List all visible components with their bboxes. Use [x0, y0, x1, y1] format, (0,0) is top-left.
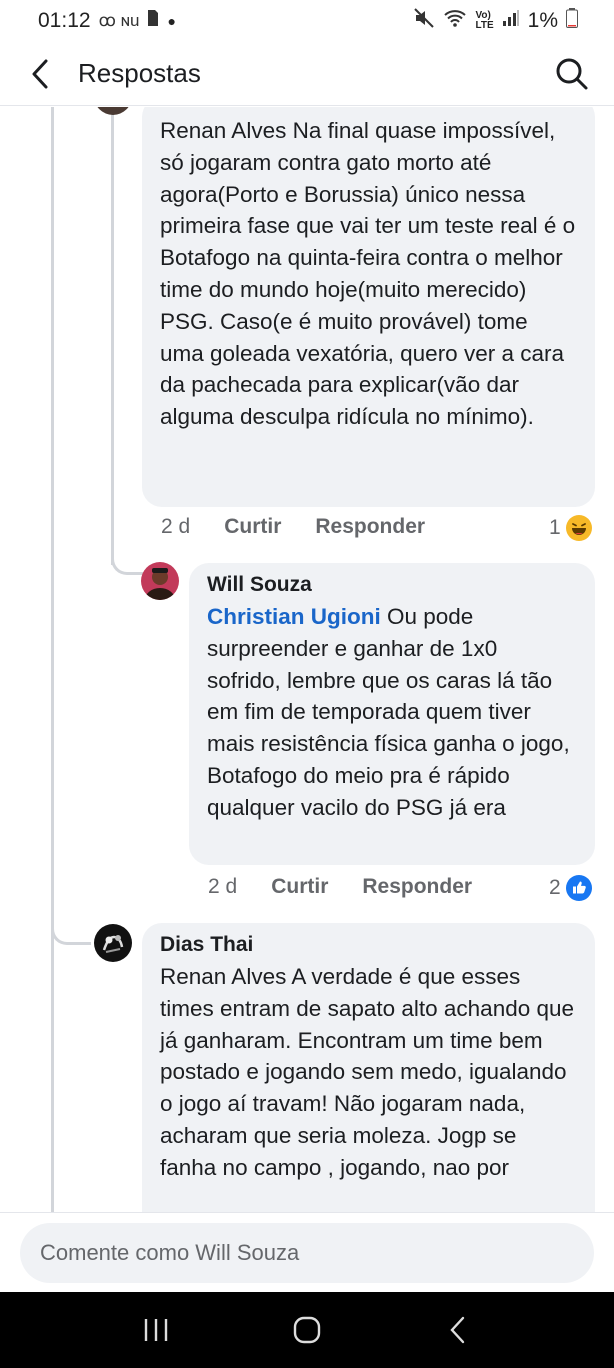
comment-author[interactable]: Will Souza [207, 573, 577, 597]
signal-icon [502, 9, 520, 33]
thread-connector [51, 917, 91, 945]
system-nav-bar [0, 1292, 614, 1368]
comment-input[interactable]: Comente como Will Souza [20, 1223, 594, 1283]
status-time: 01:12 [38, 9, 91, 32]
avatar[interactable] [141, 562, 179, 600]
reaction-count: 1 [549, 516, 561, 539]
notification-icons: ꝏ ɴu [98, 11, 140, 30]
reaction-summary[interactable]: 1 [549, 515, 592, 541]
comment-text: Christian Ugioni Ou pode surpreender e g… [207, 601, 577, 824]
back-nav-button[interactable] [428, 1300, 488, 1360]
reply-button[interactable]: Responder [362, 875, 472, 899]
comment-time[interactable]: 2 d [161, 515, 190, 539]
battery-percent: 1% [527, 9, 558, 32]
mention-link[interactable]: Christian Ugioni [207, 604, 381, 629]
comment-bubble[interactable]: Dias Thai Renan Alves A verdade é que es… [142, 923, 595, 1212]
status-right: Vo) LTE 1% [413, 8, 578, 34]
recent-apps-button[interactable] [126, 1300, 186, 1360]
reply-button[interactable]: Responder [315, 515, 425, 539]
comment-bubble[interactable]: Will Souza Christian Ugioni Ou pode surp… [189, 563, 595, 865]
replies-thread[interactable]: Renan Alves Na final quase impossível, s… [0, 107, 614, 1212]
back-arrow-icon [32, 59, 48, 88]
recent-apps-icon [144, 1319, 167, 1341]
status-left: 01:12 ꝏ ɴu ● [38, 9, 176, 33]
comment-text: Renan Alves Na final quase impossível, s… [160, 118, 576, 430]
search-icon [556, 58, 588, 89]
wifi-icon [443, 8, 467, 34]
comment-time[interactable]: 2 d [208, 875, 237, 899]
status-bar: 01:12 ꝏ ɴu ● Vo) LTE 1% [0, 0, 614, 42]
haha-icon [565, 515, 592, 541]
comment-bubble[interactable]: Renan Alves Na final quase impossível, s… [142, 107, 595, 507]
reaction-count: 2 [549, 876, 561, 899]
home-button[interactable] [277, 1300, 337, 1360]
comment-actions: 2 d Curtir Responder [208, 875, 472, 899]
avatar[interactable] [94, 924, 132, 962]
thread-line [51, 107, 54, 1212]
sim-icon [147, 9, 159, 33]
like-button[interactable]: Curtir [271, 875, 328, 899]
like-button[interactable]: Curtir [224, 515, 281, 539]
thread-line [111, 107, 114, 565]
dot-icon: ● [167, 13, 176, 29]
home-icon [293, 1316, 321, 1344]
composer-bar: Comente como Will Souza [0, 1212, 614, 1292]
thread-connector [111, 547, 145, 575]
reaction-summary[interactable]: 2 [549, 875, 592, 901]
avatar[interactable] [94, 107, 132, 115]
page-title: Respostas [78, 58, 201, 88]
mute-icon [413, 8, 435, 34]
comment-actions: 2 d Curtir Responder [161, 515, 425, 539]
like-icon [565, 875, 592, 901]
comment-author[interactable]: Dias Thai [160, 933, 577, 957]
volte-icon: Vo) LTE [475, 10, 494, 31]
back-button[interactable] [20, 54, 60, 94]
back-nav-icon [450, 1316, 465, 1344]
battery-icon [566, 8, 578, 34]
search-button[interactable] [552, 54, 592, 94]
comment-body: Ou pode surpreender e ganhar de 1x0 sofr… [207, 604, 570, 820]
app-header: Respostas [0, 42, 614, 106]
comment-text: Renan Alves A verdade é que esses times … [160, 964, 575, 1180]
